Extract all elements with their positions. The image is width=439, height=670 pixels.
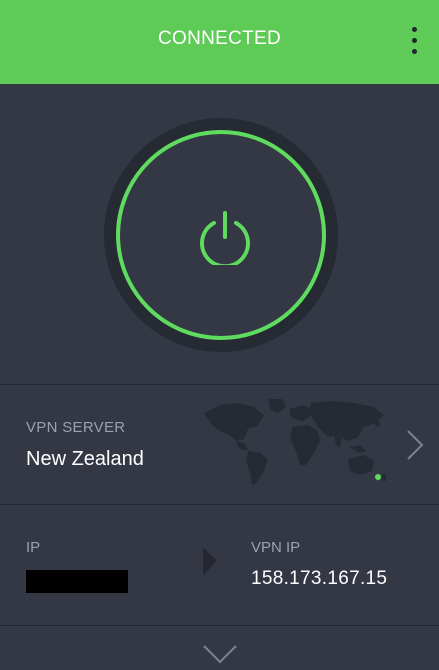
vpn-server-label: VPN SERVER [26,419,126,436]
vpn-app-window: CONNECTED VPN SERVER New Zealand IP VPN … [0,0,439,670]
more-vertical-icon[interactable] [403,20,425,60]
power-area [0,84,439,384]
menu-dot [411,48,417,54]
ip-info-row: IP VPN IP 158.173.167.15 [0,505,439,625]
menu-dot [411,26,417,32]
power-button[interactable] [116,130,326,340]
chevron-down-icon[interactable] [200,640,240,666]
status-header: CONNECTED [0,0,439,84]
vpn-ip-value: 158.173.167.15 [251,568,388,589]
vpn-server-selector[interactable]: VPN SERVER New Zealand [0,385,439,504]
arrow-right-icon [203,547,217,575]
server-location-dot [375,474,381,480]
vpn-ip-label: VPN IP [251,539,301,556]
divider [0,625,439,626]
power-icon [200,211,250,265]
menu-dot [411,37,417,43]
connection-status: CONNECTED [157,28,282,49]
vpn-server-value: New Zealand [26,448,144,470]
chevron-right-icon [407,430,424,460]
ip-value-redacted [26,570,128,593]
world-map [204,399,386,485]
ip-label: IP [26,539,41,556]
